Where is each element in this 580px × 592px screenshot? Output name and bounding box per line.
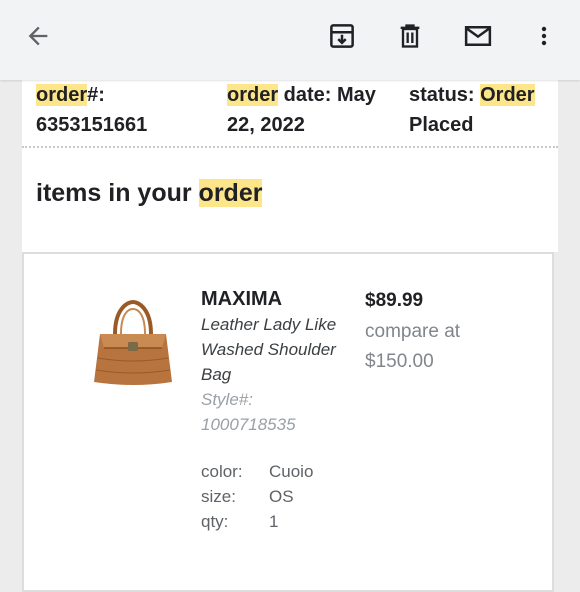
attribute-color-value: Cuoio bbox=[269, 462, 314, 481]
product-image[interactable] bbox=[88, 298, 178, 388]
order-date-label: date: May bbox=[278, 84, 376, 106]
attribute-size-value: OS bbox=[269, 487, 294, 506]
order-date-value: 22, 2022 bbox=[227, 114, 305, 136]
order-number: order#: 6353151661 bbox=[36, 80, 147, 140]
product-description[interactable]: Leather Lady Like Washed Shoulder Bag bbox=[201, 312, 351, 387]
attribute-size-label: size: bbox=[201, 487, 236, 506]
attribute-size: size: OS bbox=[201, 485, 294, 509]
more-vert-icon bbox=[541, 26, 547, 46]
product-price: $89.99 bbox=[365, 290, 424, 311]
order-status-value: Placed bbox=[409, 114, 474, 136]
order-item-card[interactable]: MAXIMA Leather Lady Like Washed Shoulder… bbox=[22, 252, 554, 592]
order-status: status: Order Placed bbox=[409, 80, 535, 140]
back-button[interactable] bbox=[16, 14, 60, 58]
attribute-qty-value: 1 bbox=[269, 512, 279, 531]
attribute-qty-label: qty: bbox=[201, 512, 229, 531]
attribute-color-label: color: bbox=[201, 462, 243, 481]
product-style-number: Style#: 1000718535 bbox=[201, 390, 296, 434]
product-brand[interactable]: MAXIMA bbox=[201, 286, 282, 312]
delete-button[interactable] bbox=[388, 14, 432, 58]
dotted-divider bbox=[22, 146, 558, 148]
mark-unread-button[interactable] bbox=[456, 14, 500, 58]
handbag-image bbox=[94, 299, 172, 385]
trash-icon bbox=[400, 24, 420, 48]
arrow-left-icon bbox=[28, 26, 48, 46]
archive-button[interactable] bbox=[320, 14, 364, 58]
compare-price: compare at $150.00 bbox=[365, 321, 461, 372]
attribute-qty: qty: 1 bbox=[201, 510, 278, 534]
app-bar bbox=[0, 0, 580, 80]
archive-icon bbox=[330, 24, 354, 48]
more-options-button[interactable] bbox=[522, 14, 566, 58]
order-date-label-highlight: order bbox=[227, 84, 279, 106]
order-number-label: #: bbox=[87, 84, 105, 106]
order-date: order date: May 22, 2022 bbox=[227, 80, 376, 140]
section-title-prefix: items in your bbox=[36, 179, 199, 207]
mail-icon bbox=[464, 26, 492, 46]
attribute-color: color: Cuoio bbox=[201, 460, 313, 484]
order-summary: order#: 6353151661 order date: May 22, 2… bbox=[22, 80, 558, 252]
order-status-label: status: bbox=[409, 84, 481, 106]
order-number-label-highlight: order bbox=[36, 84, 88, 106]
section-title: items in your order bbox=[36, 176, 263, 210]
section-title-highlight: order bbox=[198, 179, 263, 207]
order-status-highlight: Order bbox=[480, 84, 535, 106]
order-number-value: 6353151661 bbox=[36, 114, 148, 136]
